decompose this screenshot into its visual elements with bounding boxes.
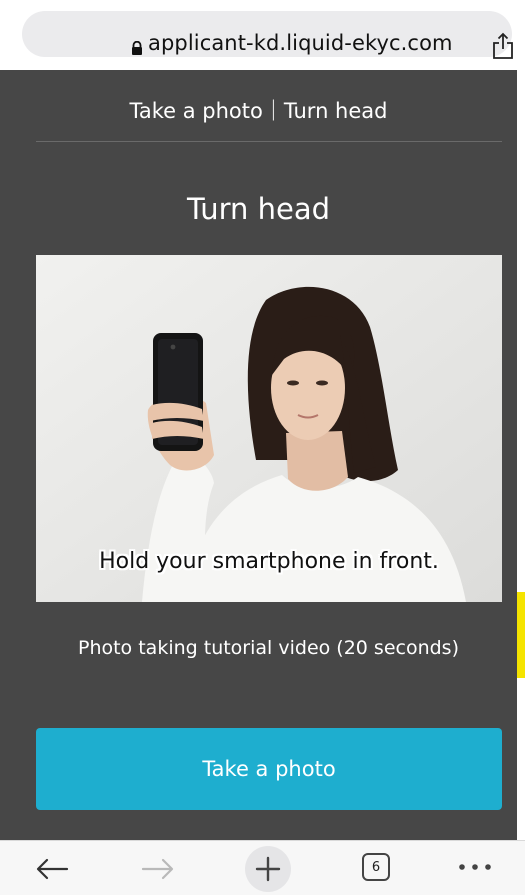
new-tab-plus-icon[interactable]: [242, 845, 294, 893]
tutorial-video[interactable]: Hold your smartphone in front.: [36, 255, 502, 602]
tabs-count-icon[interactable]: 6: [362, 853, 390, 881]
page-title: Turn head: [186, 192, 331, 226]
address-field[interactable]: applicant-kd.liquid-ekyc.com: [22, 11, 513, 59]
side-marker: [517, 592, 525, 678]
header-divider: [36, 141, 502, 142]
url-text: applicant-kd.liquid-ekyc.com: [148, 31, 453, 55]
page-header: Take a photo｜Turn head: [129, 99, 388, 123]
back-arrow-icon[interactable]: [34, 857, 70, 881]
forward-arrow-icon[interactable]: [140, 857, 176, 881]
take-photo-button[interactable]: Take a photo: [36, 728, 502, 810]
share-icon[interactable]: [490, 32, 516, 60]
lock-icon: [132, 41, 142, 55]
video-description: Photo taking tutorial video (20 seconds): [77, 637, 459, 659]
video-caption: Hold your smartphone in front.: [99, 549, 439, 574]
more-menu-icon[interactable]: [456, 861, 494, 873]
browser-toolbar: 6: [0, 840, 525, 895]
tab-count: 6: [371, 859, 381, 875]
browser-url-bar: applicant-kd.liquid-ekyc.com: [0, 0, 525, 70]
page-content: Take a photo｜Turn head Turn head Hold yo…: [0, 70, 517, 840]
